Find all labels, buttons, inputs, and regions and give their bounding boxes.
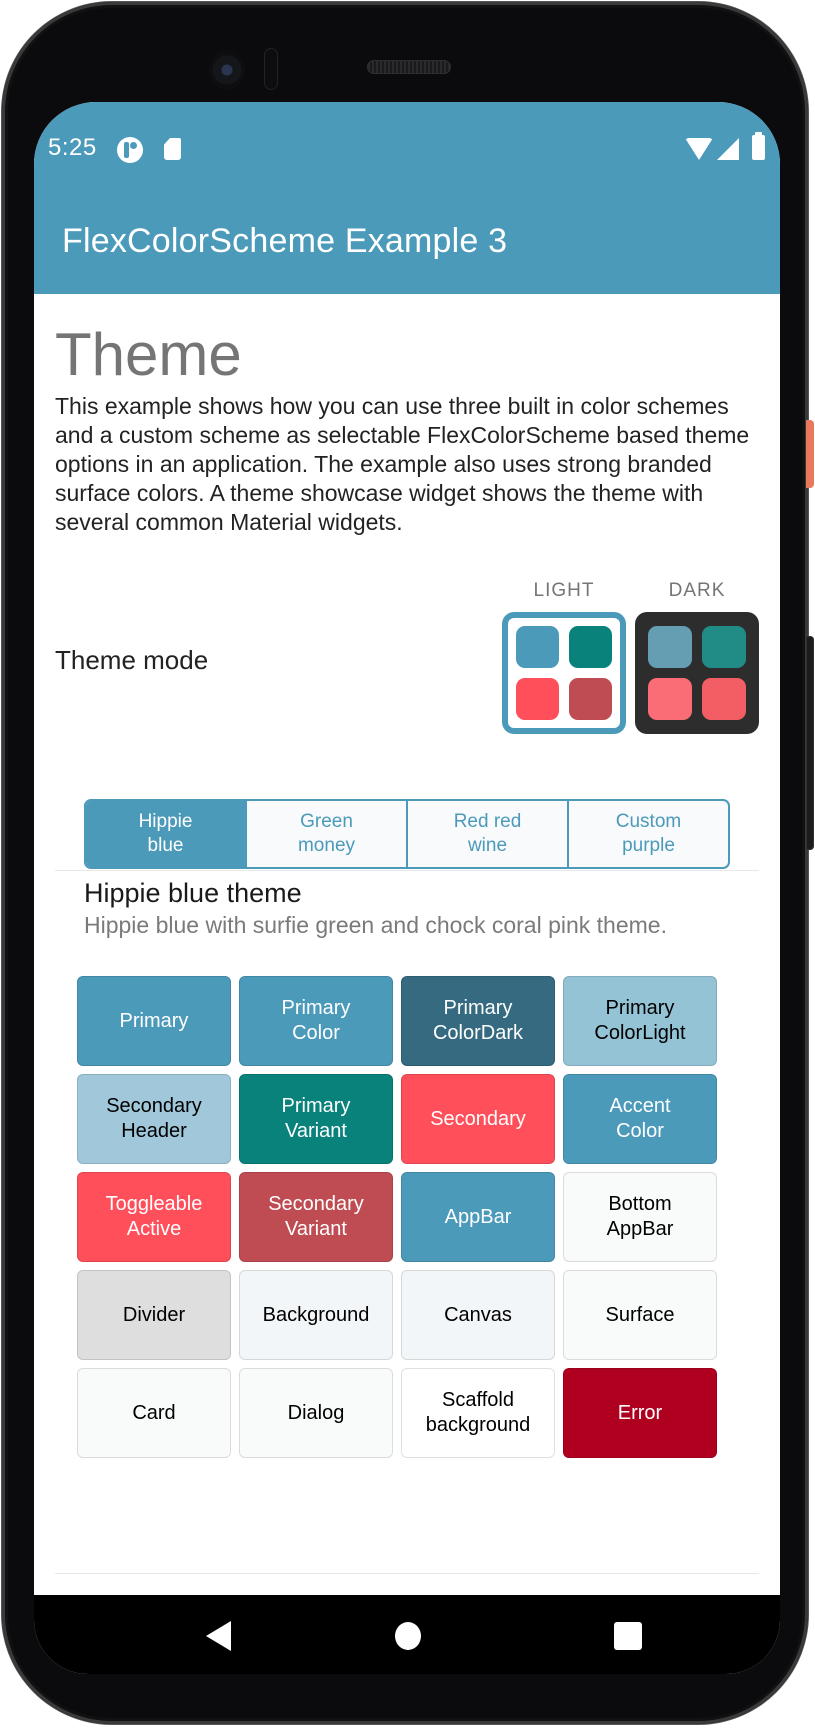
intro-text: This example shows how you can use three… [55, 393, 750, 535]
color-swatch [648, 678, 692, 720]
color-cell-card: Card [77, 1368, 231, 1458]
theme-mode-label: Theme mode [55, 645, 209, 675]
scheme-option-green-money[interactable]: Green money [245, 801, 406, 867]
status-time: 5:25 [48, 134, 97, 161]
color-cell-bottom-appbar: Bottom AppBar [563, 1172, 717, 1262]
phone-frame: 5:25 FlexColorScheme Example 3 Theme Thi… [2, 2, 808, 1724]
wifi-icon [685, 138, 713, 160]
color-cell-appbar: AppBar [401, 1172, 555, 1262]
color-cell-primary-color: Primary Color [239, 976, 393, 1066]
app-notification-icon [117, 137, 143, 163]
battery-icon [752, 132, 765, 160]
color-swatch [569, 626, 612, 668]
color-cell-secondary-header: Secondary Header [77, 1074, 231, 1164]
color-cell-primary-colorlight: Primary ColorLight [563, 976, 717, 1066]
scheme-description: Hippie blue with surfie green and chock … [84, 912, 667, 938]
scheme-option-custom-purple[interactable]: Custom purple [567, 801, 728, 867]
light-mode-button[interactable] [502, 612, 626, 734]
color-cell-toggleable-active: Toggleable Active [77, 1172, 231, 1262]
color-cell-surface: Surface [563, 1270, 717, 1360]
app-bar: 5:25 FlexColorScheme Example 3 [34, 102, 780, 294]
scheme-option-red-red-wine[interactable]: Red red wine [406, 801, 567, 867]
color-swatch [702, 678, 746, 720]
status-bar: 5:25 [34, 102, 780, 194]
dark-caption: DARK [668, 580, 726, 601]
volume-rocker [806, 636, 814, 850]
color-cell-scaffold-background: Scaffold background [401, 1368, 555, 1458]
cell-signal-icon [717, 138, 739, 160]
color-cell-secondary-variant: Secondary Variant [239, 1172, 393, 1262]
color-cell-primary-variant: Primary Variant [239, 1074, 393, 1164]
theme-heading: Theme [55, 321, 242, 388]
color-cell-accent-color: Accent Color [563, 1074, 717, 1164]
proximity-sensor [264, 48, 278, 90]
color-cell-canvas: Canvas [401, 1270, 555, 1360]
color-cell-dialog: Dialog [239, 1368, 393, 1458]
divider [55, 870, 759, 871]
color-grid: Primary Primary Color Primary ColorDark Pri… [77, 976, 723, 1458]
scheme-selector: Hippie blue Green money Red red wine Custom… [84, 799, 730, 869]
color-swatch [516, 626, 559, 668]
color-cell-background: Background [239, 1270, 393, 1360]
app-title: FlexColorScheme Example 3 [62, 222, 508, 260]
color-swatch [702, 626, 746, 668]
color-cell-primary-colordark: Primary ColorDark [401, 976, 555, 1066]
power-button [806, 420, 814, 488]
scroll-content[interactable]: Theme This example shows how you can use… [34, 294, 780, 1595]
color-cell-secondary: Secondary [401, 1074, 555, 1164]
color-cell-divider: Divider [77, 1270, 231, 1360]
color-swatch [648, 626, 692, 668]
recents-icon[interactable] [614, 1622, 642, 1650]
light-caption: LIGHT [533, 580, 595, 601]
back-icon[interactable] [206, 1621, 231, 1651]
dark-mode-button[interactable] [635, 612, 759, 734]
home-icon[interactable] [395, 1622, 421, 1650]
color-swatch [516, 678, 559, 720]
color-cell-primary: Primary [77, 976, 231, 1066]
earpiece-speaker [367, 60, 451, 74]
screen: 5:25 FlexColorScheme Example 3 Theme Thi… [34, 102, 780, 1674]
divider [55, 1573, 759, 1574]
scheme-title: Hippie blue theme [84, 878, 302, 908]
sd-card-icon [164, 138, 181, 160]
scheme-option-hippie-blue[interactable]: Hippie blue [86, 801, 245, 867]
color-swatch [569, 678, 612, 720]
front-camera [209, 50, 245, 90]
color-cell-error: Error [563, 1368, 717, 1458]
system-nav-bar [34, 1595, 780, 1674]
